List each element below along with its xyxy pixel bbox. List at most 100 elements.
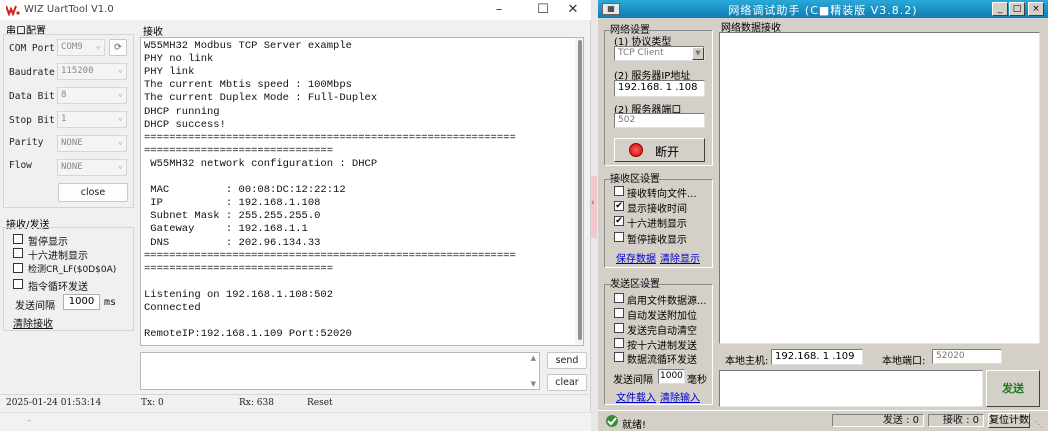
scroll-up-icon[interactable]: ▲ (531, 354, 536, 362)
clear-receive-link[interactable]: 清除接收 (13, 315, 53, 330)
resize-grip-icon[interactable]: ⋱ (1035, 420, 1043, 429)
pause-recv-label: 暂停接收显示 (627, 235, 687, 246)
receive-line: PHY no link (144, 53, 214, 66)
auto-append-checkbox[interactable] (614, 308, 624, 318)
receive-line: PHY link (144, 66, 195, 79)
clear-display-link[interactable]: 清除显示 (660, 250, 700, 265)
server-ip-input[interactable]: 192.168. 1 .108 (614, 80, 705, 97)
chevron-left-icon: ‹ (591, 198, 595, 208)
server-port-input[interactable]: 502 (614, 113, 705, 128)
receive-line: The current Duplex Mode : Full-Duplex (144, 92, 378, 105)
local-host-input[interactable]: 192.168. 1 .109 (771, 349, 863, 365)
chevron-down-icon: ⌄ (117, 161, 123, 171)
receive-line: W55MH32 Modbus TCP Server example (144, 40, 352, 52)
recv-to-file-checkbox[interactable] (614, 186, 624, 196)
data-bit-value: 8 (61, 90, 67, 100)
receive-title: 接收 (143, 27, 163, 38)
status-datetime: 2025-01-24 01:53:14 (6, 398, 102, 408)
parity-select[interactable]: NONE ⌄ (57, 135, 127, 152)
receive-textarea[interactable]: W55MH32 Modbus TCP Server example PHY no … (140, 37, 584, 346)
chevron-down-icon: ⌄ (95, 41, 101, 51)
net-recv-textarea[interactable] (719, 32, 1040, 344)
pause-recv-checkbox[interactable] (614, 232, 624, 242)
pause-display-checkbox[interactable] (13, 234, 23, 244)
clear-input-link[interactable]: 清除输入 (660, 389, 700, 404)
stream-loop-checkbox[interactable] (614, 352, 624, 362)
send-hex-label: 按十六进制发送 (627, 341, 697, 352)
receive-line: IP : 192.168.1.108 (144, 197, 321, 210)
disconnect-button[interactable]: 断开 (614, 138, 705, 162)
receive-scrollbar[interactable] (575, 38, 583, 345)
receive-line: DNS : 202.96.134.33 (144, 236, 321, 249)
interval-input[interactable]: 1000 (658, 369, 685, 384)
data-bit-label: Data Bit (9, 91, 55, 102)
file-load-link[interactable]: 文件载入 (616, 389, 656, 404)
cmd-loop-checkbox[interactable] (13, 279, 23, 289)
stop-bit-label: Stop Bit (9, 115, 55, 126)
flow-value: NONE (61, 162, 83, 172)
com-port-label: COM Port (9, 43, 55, 54)
com-port-select[interactable]: COM9 ⌄ (57, 39, 105, 56)
save-data-link[interactable]: 保存数据 (616, 250, 656, 265)
maximize-button[interactable]: □ (1009, 2, 1025, 16)
interval-label: 发送间隔 (613, 375, 653, 386)
window-title: 网络调试助手 (C■精装版 V3.8.2) (728, 4, 918, 17)
send-textarea[interactable]: ▲ ▼ (140, 352, 540, 390)
close-window-button[interactable]: × (1028, 2, 1044, 16)
local-port-label: 本地端口: (882, 356, 926, 367)
receive-line: ============================== (144, 144, 334, 157)
auto-clear-label: 发送完自动清空 (627, 326, 697, 337)
hex-display-checkbox[interactable] (13, 248, 23, 258)
detect-crlf-checkbox[interactable] (13, 263, 23, 273)
chevron-down-icon[interactable]: ▼ (692, 47, 704, 60)
send-interval-input[interactable]: 1000 (63, 294, 100, 310)
send-hex-checkbox[interactable] (614, 338, 624, 348)
title-bar: ▦ 网络调试助手 (C■精装版 V3.8.2) _ □ × (598, 0, 1048, 18)
status-reset[interactable]: Reset (307, 398, 333, 408)
minimize-button[interactable]: _ (992, 2, 1008, 16)
status-divider (0, 394, 591, 395)
local-port-input[interactable]: 52020 (932, 349, 1002, 364)
auto-clear-checkbox[interactable] (614, 323, 624, 333)
interval-unit: 毫秒 (687, 375, 707, 386)
protocol-value: TCP Client (618, 48, 664, 58)
refresh-icon: ⟳ (114, 42, 122, 53)
connection-status-icon (629, 143, 643, 157)
send-interval-label: 发送间隔 (15, 301, 55, 312)
clear-send-button[interactable]: clear (547, 374, 587, 391)
status-network-icon (606, 415, 618, 427)
show-recv-time-checkbox[interactable]: ✔ (614, 201, 624, 211)
chevron-down-icon: ⌄ (117, 113, 123, 123)
refresh-ports-button[interactable]: ⟳ (109, 39, 127, 56)
receive-line: The current Mbtis speed : 100Mbps (144, 79, 352, 92)
receive-line: W55MH32 network configuration : DHCP (144, 157, 378, 170)
flow-label: Flow (9, 160, 32, 171)
minimize-button[interactable]: – (478, 0, 520, 20)
file-source-checkbox[interactable] (614, 293, 624, 303)
wiz-uarttool-window: WIZ UartTool V1.0 – ☐ ✕ 串口配置 COM Port CO… (0, 0, 591, 431)
receive-line: ============================== (144, 262, 334, 275)
file-source-label: 启用文件数据源... (627, 296, 707, 307)
baudrate-select[interactable]: 115200 ⌄ (57, 63, 127, 80)
status-rx: Rx: 638 (239, 398, 274, 408)
scroll-down-icon[interactable]: ▼ (531, 380, 536, 388)
scrollbar-thumb[interactable] (578, 40, 582, 340)
net-send-textarea[interactable] (719, 370, 983, 407)
splitter-handle[interactable]: ‹ (591, 176, 597, 238)
flow-select[interactable]: NONE ⌄ (57, 159, 127, 176)
receive-line: Listening on 192.168.1.108:502 (144, 288, 334, 301)
data-bit-select[interactable]: 8 ⌄ (57, 87, 127, 104)
taskbar-strip: – (0, 412, 591, 431)
reset-count-button[interactable]: 复位计数 (988, 413, 1030, 428)
stop-bit-select[interactable]: 1 ⌄ (57, 111, 127, 128)
receive-line: Gateway : 192.168.1.1 (144, 223, 308, 236)
close-window-button[interactable]: ✕ (552, 0, 594, 20)
auto-append-label: 自动发送附加位 (627, 311, 697, 322)
recv-hex-checkbox[interactable]: ✔ (614, 216, 624, 226)
send-button[interactable]: send (547, 352, 587, 369)
close-port-button[interactable]: close (58, 183, 128, 202)
recv-hex-label: 十六进制显示 (627, 219, 687, 230)
receive-line: Connected (144, 302, 201, 314)
protocol-select[interactable]: TCP Client ▼ (614, 46, 705, 61)
net-send-button[interactable]: 发送 (986, 370, 1040, 407)
